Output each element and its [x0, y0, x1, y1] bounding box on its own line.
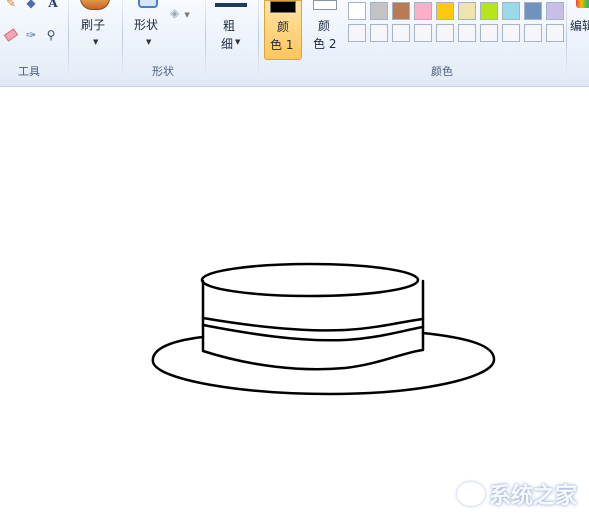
- size-label-top: 粗: [223, 19, 236, 33]
- color1-button[interactable]: 颜 色 1: [264, 0, 302, 60]
- drawing-canvas[interactable]: 系统之家: [0, 87, 589, 524]
- chevron-down-icon: ▼: [184, 11, 190, 19]
- ribbon: ✎ ◆ A ✑ ⚲ 工具 刷子 ▼ 形状 ▼ ◈ ▼ 形状 粗 细 ▼ 颜 色 …: [0, 0, 589, 81]
- shapes-button[interactable]: 形状 ▼: [128, 0, 166, 50]
- color-swatch[interactable]: [502, 24, 520, 42]
- color-swatch[interactable]: [392, 2, 410, 20]
- color2-button[interactable]: 颜 色 2: [306, 0, 344, 60]
- ribbon-bottom-border: [0, 80, 589, 87]
- line-width-icon: [215, 3, 247, 7]
- tools-group-label: 工具: [18, 65, 40, 78]
- color-swatch[interactable]: [348, 24, 366, 42]
- color2-label-bottom: 色 2: [313, 37, 337, 51]
- palette-icon: [576, 0, 589, 8]
- shapes-group-label: 形状: [152, 65, 174, 78]
- outline-fill-icon: ◈: [170, 6, 180, 20]
- magnifier-tool[interactable]: ⚲: [42, 26, 60, 44]
- brush-icon: [80, 0, 110, 10]
- chevron-down-icon: ▼: [235, 38, 241, 46]
- color-swatch[interactable]: [458, 2, 476, 20]
- chevron-down-icon: ▼: [146, 38, 152, 46]
- color-swatch[interactable]: [524, 2, 542, 20]
- separator: [68, 0, 69, 74]
- size-label-bottom: 细: [221, 37, 234, 51]
- color-picker-tool[interactable]: ✑: [22, 26, 40, 44]
- color-swatch[interactable]: [392, 24, 410, 42]
- size-button[interactable]: 粗 细 ▼: [210, 0, 252, 56]
- magnifier-icon: ⚲: [46, 28, 56, 42]
- color-swatch[interactable]: [414, 2, 432, 20]
- hat-drawing: [151, 262, 496, 396]
- fill-style-button[interactable]: ◈ ▼: [170, 2, 198, 20]
- color-swatch[interactable]: [502, 2, 520, 20]
- color-swatch[interactable]: [414, 24, 432, 42]
- pencil-icon: ✎: [5, 0, 17, 10]
- watermark: 系统之家: [456, 478, 577, 510]
- color-swatch[interactable]: [480, 2, 498, 20]
- watermark-text: 系统之家: [488, 484, 577, 509]
- hat-band-lower: [201, 323, 425, 342]
- edit-colors-button[interactable]: 编辑: [568, 0, 589, 56]
- fill-tool[interactable]: ◆: [22, 0, 40, 12]
- color1-label-bottom: 色 1: [270, 38, 294, 52]
- pencil-tool[interactable]: ✎: [2, 0, 20, 12]
- color-swatch[interactable]: [546, 24, 564, 42]
- color1-label-top: 颜: [277, 20, 290, 34]
- text-icon: A: [48, 0, 58, 10]
- brush-button[interactable]: 刷子 ▼: [74, 0, 118, 50]
- color-palette: [348, 2, 568, 44]
- edit-colors-label: 编辑: [570, 19, 589, 33]
- separator: [566, 0, 567, 74]
- color-picker-icon: ✑: [25, 28, 37, 42]
- colors-group-label: 颜色: [431, 65, 453, 78]
- color-swatch[interactable]: [436, 24, 454, 42]
- hat-band-upper: [201, 316, 425, 332]
- eraser-tool[interactable]: [2, 26, 20, 44]
- color2-swatch: [313, 0, 337, 10]
- brush-label: 刷子: [81, 18, 106, 32]
- color-swatch[interactable]: [370, 2, 388, 20]
- color2-label-top: 颜: [318, 19, 331, 33]
- eraser-icon: [3, 28, 19, 42]
- separator: [205, 0, 206, 74]
- color-swatch[interactable]: [370, 24, 388, 42]
- hat-top: [200, 262, 420, 298]
- fill-bucket-icon: ◆: [26, 0, 36, 10]
- color-swatch[interactable]: [458, 24, 476, 42]
- color-swatch[interactable]: [348, 2, 366, 20]
- watermark-logo-icon: [456, 482, 485, 506]
- separator: [258, 0, 259, 74]
- color-swatch[interactable]: [480, 24, 498, 42]
- shapes-label: 形状: [134, 18, 159, 32]
- chevron-down-icon: ▼: [93, 38, 99, 46]
- color-swatch[interactable]: [524, 24, 542, 42]
- separator: [122, 0, 123, 74]
- text-tool[interactable]: A: [44, 0, 62, 12]
- color-swatch[interactable]: [546, 2, 564, 20]
- color1-swatch: [270, 1, 296, 13]
- color-swatch[interactable]: [436, 2, 454, 20]
- shapes-icon: [138, 0, 158, 8]
